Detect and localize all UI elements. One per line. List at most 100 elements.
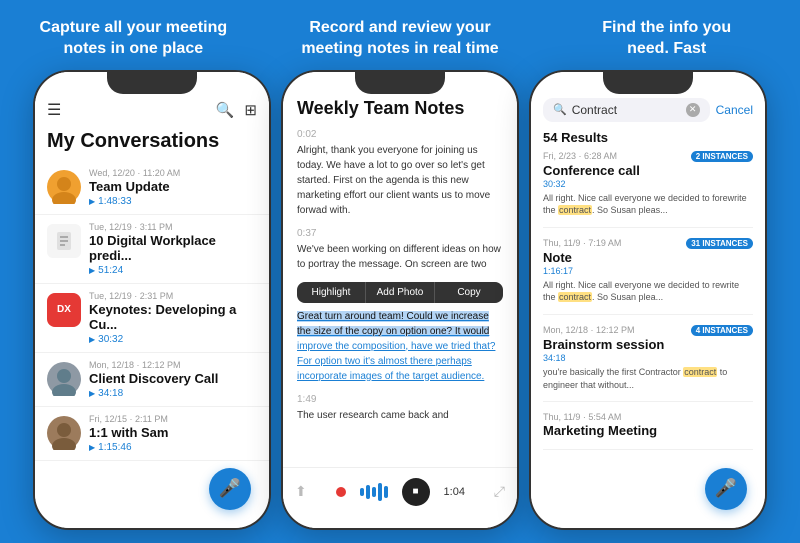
transcript-block-2: 0:37 We've been working on different ide…	[297, 228, 503, 272]
result-date: Thu, 11/9 · 5:54 AM	[543, 412, 621, 422]
wave-bar	[360, 488, 364, 496]
list-item[interactable]: Tue, 12/19 · 3:11 PM 10 Digital Workplac…	[35, 215, 269, 284]
header-3-line1: Find the info you	[602, 19, 731, 36]
result-meta: Thu, 11/9 · 7:19 AM 31 INSTANCES	[543, 238, 753, 249]
record-dot	[336, 487, 346, 497]
result-title: Brainstorm session	[543, 337, 753, 352]
waveform	[360, 483, 388, 501]
conv-title: Client Discovery Call	[89, 371, 257, 386]
result-badge: 31 INSTANCES	[686, 238, 753, 249]
header-3: Find the info you need. Fast	[533, 18, 800, 60]
conv-duration: 34:18	[89, 388, 257, 399]
result-meta: Fri, 2/23 · 6:28 AM 2 INSTANCES	[543, 151, 753, 162]
transcript-text: We've been working on different ideas on…	[297, 242, 503, 272]
transcript-block-1: 0:02 Alright, thank you everyone for joi…	[297, 129, 503, 218]
header-1: Capture all your meeting notes in one pl…	[0, 18, 267, 60]
mic-button[interactable]: 🎤	[209, 468, 251, 510]
result-meta: Mon, 12/18 · 12:12 PM 4 INSTANCES	[543, 325, 753, 336]
transcript-block-3: 1:49 The user research came back and	[297, 394, 503, 423]
conversation-body: Fri, 12/15 · 2:11 PM 1:1 with Sam 1:15:4…	[89, 414, 257, 453]
blue-text: improve the composition, have we tried t…	[297, 341, 495, 382]
conv-date: Tue, 12/19 · 2:31 PM	[89, 291, 257, 301]
list-item[interactable]: Fri, 12/15 · 2:11 PM 1:1 with Sam 1:15:4…	[35, 407, 269, 461]
conv-title: 10 Digital Workplace predi...	[89, 233, 257, 263]
highlight-word: contract	[683, 367, 717, 377]
conv-date: Mon, 12/18 · 12:12 PM	[89, 360, 257, 370]
phone-3: 🔍 Contract ✕ Cancel 54 Results Fri, 2/23…	[529, 70, 767, 530]
avatar-logo: DX	[47, 293, 81, 327]
wave-bar	[372, 487, 376, 497]
list-item[interactable]: DX Tue, 12/19 · 2:31 PM Keynotes: Develo…	[35, 284, 269, 353]
transcript-text: Alright, thank you everyone for joining …	[297, 143, 503, 218]
conversation-body: Tue, 12/19 · 2:31 PM Keynotes: Developin…	[89, 291, 257, 345]
phone-3-content: 🔍 Contract ✕ Cancel 54 Results Fri, 2/23…	[531, 72, 765, 528]
wave-bar	[378, 483, 382, 501]
add-photo-button[interactable]: Add Photo	[365, 282, 434, 303]
search-clear-button[interactable]: ✕	[686, 103, 700, 117]
conv-date: Wed, 12/20 · 11:20 AM	[89, 168, 257, 178]
phone-1: ☰ 🔍 ⊞ My Conversations Wed, 12/20 · 11:2…	[33, 70, 271, 530]
highlight-button[interactable]: Highlight	[297, 282, 365, 303]
header-3-line2: need. Fast	[627, 40, 706, 57]
result-duration: 34:18	[543, 353, 753, 363]
result-item[interactable]: Thu, 11/9 · 7:19 AM 31 INSTANCES Note 1:…	[543, 238, 753, 315]
mic-button[interactable]: 🎤	[705, 468, 747, 510]
result-date: Mon, 12/18 · 12:12 PM	[543, 325, 635, 335]
header-1-line2: notes in one place	[64, 40, 204, 57]
wave-bar	[366, 485, 370, 499]
list-item[interactable]: Wed, 12/20 · 11:20 AM Team Update 1:48:3…	[35, 161, 269, 215]
phone-2-content: Weekly Team Notes 0:02 Alright, thank yo…	[283, 72, 517, 528]
phone-2: Weekly Team Notes 0:02 Alright, thank yo…	[281, 70, 519, 530]
search-icon[interactable]: 🔍	[216, 101, 235, 119]
phone1-icon-group: 🔍 ⊞	[216, 101, 257, 119]
conv-duration: 1:48:33	[89, 196, 257, 207]
transcript-text: The user research came back and	[297, 408, 503, 423]
copy-button[interactable]: Copy	[434, 282, 503, 303]
player-controls: ■ 1:04	[336, 478, 465, 506]
player-top-row: ⬆ ■ 1:04 ⤢	[295, 478, 505, 506]
result-date: Fri, 2/23 · 6:28 AM	[543, 151, 617, 161]
phone2-body: Weekly Team Notes 0:02 Alright, thank yo…	[283, 72, 517, 528]
phone2-title: Weekly Team Notes	[297, 98, 503, 119]
conv-date: Fri, 12/15 · 2:11 PM	[89, 414, 257, 424]
conv-title: Team Update	[89, 179, 257, 194]
conv-duration: 1:15:46	[89, 442, 257, 453]
list-item[interactable]: Mon, 12/18 · 12:12 PM Client Discovery C…	[35, 353, 269, 407]
transcript-time: 1:49	[297, 394, 503, 405]
conversations-title: My Conversations	[35, 126, 269, 161]
result-badge: 4 INSTANCES	[691, 325, 753, 336]
add-icon[interactable]: ⊞	[244, 101, 257, 119]
search-box[interactable]: 🔍 Contract ✕	[543, 98, 710, 122]
stop-button[interactable]: ■	[402, 478, 430, 506]
result-title: Conference call	[543, 163, 753, 178]
share-icon[interactable]: ⬆	[295, 483, 307, 500]
cancel-button[interactable]: Cancel	[716, 103, 753, 117]
conversation-body: Wed, 12/20 · 11:20 AM Team Update 1:48:3…	[89, 168, 257, 207]
highlight-word: contract	[558, 292, 592, 302]
result-meta: Thu, 11/9 · 5:54 AM	[543, 412, 753, 422]
search-row: 🔍 Contract ✕ Cancel	[543, 98, 753, 122]
highlight-word: contract	[558, 205, 592, 215]
result-duration: 1:16:17	[543, 266, 753, 276]
conversation-body: Mon, 12/18 · 12:12 PM Client Discovery C…	[89, 360, 257, 399]
selected-text: Great turn around team! Could we increas…	[297, 311, 489, 337]
result-item[interactable]: Fri, 2/23 · 6:28 AM 2 INSTANCES Conferen…	[543, 151, 753, 228]
expand-icon[interactable]: ⤢	[494, 483, 505, 500]
search-value: Contract	[572, 103, 617, 117]
highlight-toolbar: Highlight Add Photo Copy	[297, 282, 503, 303]
transcript-block-highlighted: Great turn around team! Could we increas…	[297, 309, 503, 384]
phone1-header: ☰ 🔍 ⊞	[35, 72, 269, 126]
conv-title: Keynotes: Developing a Cu...	[89, 302, 257, 332]
header-2: Record and review your meeting notes in …	[267, 18, 534, 60]
avatar	[47, 170, 81, 204]
phone-panels: ☰ 🔍 ⊞ My Conversations Wed, 12/20 · 11:2…	[0, 70, 800, 543]
menu-icon[interactable]: ☰	[47, 100, 61, 120]
header-2-line1: Record and review your	[309, 19, 490, 36]
audio-player: ⬆ ■ 1:04 ⤢	[283, 467, 517, 528]
conv-date: Tue, 12/19 · 3:11 PM	[89, 222, 257, 232]
result-snippet: All right. Nice call everyone we decided…	[543, 279, 753, 304]
result-title: Marketing Meeting	[543, 423, 753, 438]
result-item[interactable]: Thu, 11/9 · 5:54 AM Marketing Meeting	[543, 412, 753, 450]
avatar	[47, 416, 81, 450]
result-item[interactable]: Mon, 12/18 · 12:12 PM 4 INSTANCES Brains…	[543, 325, 753, 402]
